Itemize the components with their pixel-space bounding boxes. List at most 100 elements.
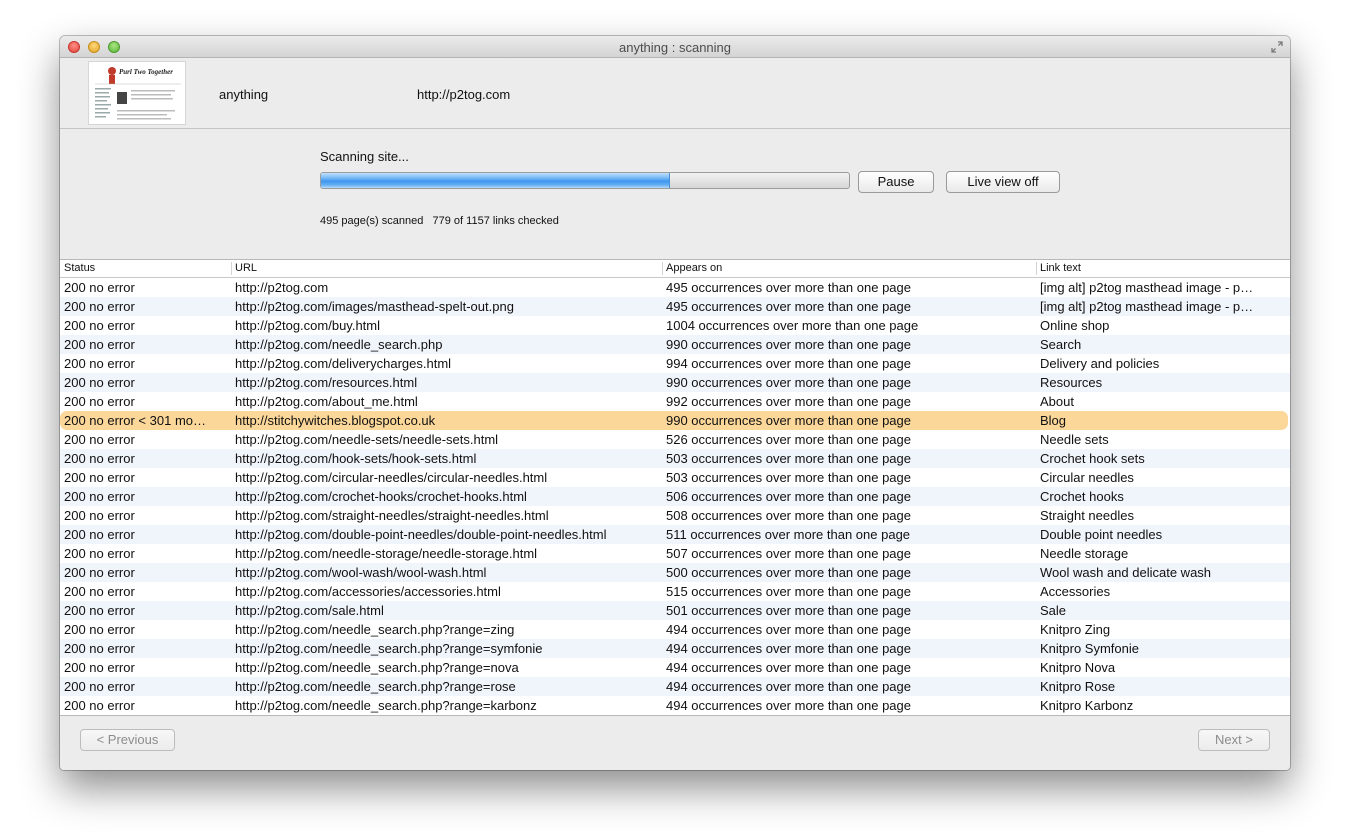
table-row[interactable]: 200 no error http://p2tog.com/needle_sear… xyxy=(60,677,1290,696)
url-cell: http://p2tog.com/resources.html xyxy=(235,375,418,390)
table-row[interactable]: 200 no error http://p2tog.com/needle-sets… xyxy=(60,430,1290,449)
title-bar: anything : scanning xyxy=(60,36,1290,58)
link-text-cell: Crochet hooks xyxy=(1040,489,1124,504)
pause-button[interactable]: Pause xyxy=(858,171,934,193)
appears-on-cell: 506 occurrences over more than one page xyxy=(666,489,911,504)
project-header: Purl Two Together anything http://p2tog.… xyxy=(60,58,1290,129)
project-name: anything xyxy=(219,87,269,102)
link-text-cell: [img alt] p2tog masthead image - p… xyxy=(1040,299,1254,314)
status-cell: 200 no error xyxy=(64,356,135,371)
link-text-cell: Delivery and policies xyxy=(1040,356,1160,371)
status-cell: 200 no error xyxy=(64,375,135,390)
status-cell: 200 no error xyxy=(64,318,135,333)
column-header-appears-on[interactable]: Appears on xyxy=(666,262,722,274)
appears-on-cell: 494 occurrences over more than one page xyxy=(666,641,911,656)
appears-on-cell: 526 occurrences over more than one page xyxy=(666,432,911,447)
url-cell: http://p2tog.com/images/masthead-spelt-o… xyxy=(235,299,514,314)
table-row[interactable]: 200 no error http://p2tog.com/straight-ne… xyxy=(60,506,1290,525)
table-row[interactable]: 200 no error http://p2tog.com/hook-sets/h… xyxy=(60,449,1290,468)
link-text-cell: Knitpro Rose xyxy=(1040,679,1116,694)
appears-on-cell: 503 occurrences over more than one page xyxy=(666,451,911,466)
url-cell: http://p2tog.com/about_me.html xyxy=(235,394,418,409)
table-row[interactable]: 200 no error http://p2tog.com/double-poin… xyxy=(60,525,1290,544)
table-row[interactable]: 200 no error http://p2tog.com/accessories… xyxy=(60,582,1290,601)
site-thumbnail: Purl Two Together xyxy=(88,61,186,125)
status-cell: 200 no error xyxy=(64,584,135,599)
url-cell: http://p2tog.com/deliverycharges.html xyxy=(235,356,452,371)
column-divider[interactable] xyxy=(1036,262,1037,275)
appears-on-cell: 494 occurrences over more than one page xyxy=(666,660,911,675)
url-cell: http://stitchywitches.blogspot.co.uk xyxy=(235,413,436,428)
table-row[interactable]: 200 no error http://p2tog.com/needle_sear… xyxy=(60,335,1290,354)
table-row[interactable]: 200 no error http://p2tog.com/deliverycha… xyxy=(60,354,1290,373)
project-url: http://p2tog.com xyxy=(417,87,511,102)
url-cell: http://p2tog.com/needle_search.php?range… xyxy=(235,679,516,694)
column-header-link-text[interactable]: Link text xyxy=(1040,262,1081,274)
link-text-cell: Knitpro Symfonie xyxy=(1040,641,1139,656)
link-text-cell: Straight needles xyxy=(1040,508,1134,523)
appears-on-cell: 994 occurrences over more than one page xyxy=(666,356,911,371)
status-cell: 200 no error xyxy=(64,603,135,618)
table-row[interactable]: 200 no error http://p2tog.com 495 occurren… xyxy=(60,278,1290,297)
url-cell: http://p2tog.com/needle_search.php?range… xyxy=(235,660,519,675)
column-divider[interactable] xyxy=(662,262,663,275)
status-cell: 200 no error xyxy=(64,622,135,637)
url-cell: http://p2tog.com/needle_search.php?range… xyxy=(235,641,543,656)
fullscreen-icon[interactable] xyxy=(1270,40,1284,54)
table-row[interactable]: 200 no error http://p2tog.com/sale.html 50… xyxy=(60,601,1290,620)
scan-progress-bar xyxy=(320,172,850,189)
appears-on-cell: 494 occurrences over more than one page xyxy=(666,679,911,694)
status-cell: 200 no error xyxy=(64,489,135,504)
link-text-cell: Accessories xyxy=(1040,584,1111,599)
appears-on-cell: 990 occurrences over more than one page xyxy=(666,413,911,428)
status-cell: 200 no error xyxy=(64,280,135,295)
url-cell: http://p2tog.com/double-point-needles/do… xyxy=(235,527,607,542)
url-cell: http://p2tog.com/crochet-hooks/crochet-h… xyxy=(235,489,527,504)
appears-on-cell: 515 occurrences over more than one page xyxy=(666,584,911,599)
appears-on-cell: 990 occurrences over more than one page xyxy=(666,375,911,390)
link-text-cell: Circular needles xyxy=(1040,470,1134,485)
table-row[interactable]: 200 no error http://p2tog.com/about_me.ht… xyxy=(60,392,1290,411)
table-row[interactable]: 200 no error http://p2tog.com/buy.html 100… xyxy=(60,316,1290,335)
table-row[interactable]: 200 no error http://p2tog.com/needle_sear… xyxy=(60,639,1290,658)
status-cell: 200 no error xyxy=(64,546,135,561)
status-cell: 200 no error xyxy=(64,679,135,694)
link-text-cell: About xyxy=(1040,394,1074,409)
table-row[interactable]: 200 no error http://p2tog.com/needle_sear… xyxy=(60,696,1290,715)
url-cell: http://p2tog.com/needle_search.php?range… xyxy=(235,698,537,713)
appears-on-cell: 500 occurrences over more than one page xyxy=(666,565,911,580)
table-row[interactable]: 200 no error http://p2tog.com/needle_sear… xyxy=(60,658,1290,677)
results-table[interactable]: Status URL Appears on Link text 200 no e… xyxy=(60,259,1290,716)
column-header-url[interactable]: URL xyxy=(235,262,257,274)
table-row[interactable]: 200 no error < 301 mo… http://stitchywitc… xyxy=(60,411,1288,430)
next-button[interactable]: Next > xyxy=(1198,729,1270,751)
table-row[interactable]: 200 no error http://p2tog.com/wool-wash/w… xyxy=(60,563,1290,582)
url-cell: http://p2tog.com/buy.html xyxy=(235,318,380,333)
column-divider[interactable] xyxy=(231,262,232,275)
column-header-status[interactable]: Status xyxy=(64,262,95,274)
url-cell: http://p2tog.com/needle-storage/needle-s… xyxy=(235,546,538,561)
status-cell: 200 no error xyxy=(64,394,135,409)
scan-panel: Scanning site... Pause Live view off 495… xyxy=(60,129,1290,259)
table-row[interactable]: 200 no error http://p2tog.com/needle-stor… xyxy=(60,544,1290,563)
link-text-cell: Resources xyxy=(1040,375,1103,390)
appears-on-cell: 507 occurrences over more than one page xyxy=(666,546,911,561)
appears-on-cell: 1004 occurrences over more than one page xyxy=(666,318,919,333)
live-view-button[interactable]: Live view off xyxy=(946,171,1060,193)
window-title: anything : scanning xyxy=(618,40,732,55)
url-cell: http://p2tog.com/needle-sets/needle-sets… xyxy=(235,432,499,447)
table-row[interactable]: 200 no error http://p2tog.com/circular-ne… xyxy=(60,468,1290,487)
table-row[interactable]: 200 no error http://p2tog.com/crochet-hoo… xyxy=(60,487,1290,506)
status-cell: 200 no error xyxy=(64,451,135,466)
table-row[interactable]: 200 no error http://p2tog.com/resources.h… xyxy=(60,373,1290,392)
status-cell: 200 no error xyxy=(64,337,135,352)
previous-button[interactable]: < Previous xyxy=(80,729,175,751)
link-text-cell: [img alt] p2tog masthead image - p… xyxy=(1040,280,1254,295)
table-row[interactable]: 200 no error http://p2tog.com/needle_sear… xyxy=(60,620,1290,639)
status-cell: 200 no error xyxy=(64,470,135,485)
scan-stats: 495 page(s) scanned 779 of 1157 links ch… xyxy=(320,215,559,227)
scan-status-label: Scanning site... xyxy=(320,149,409,164)
link-text-cell: Needle sets xyxy=(1040,432,1109,447)
table-row[interactable]: 200 no error http://p2tog.com/images/mast… xyxy=(60,297,1290,316)
app-window: anything : scanning Purl Two Together an… xyxy=(60,36,1290,770)
